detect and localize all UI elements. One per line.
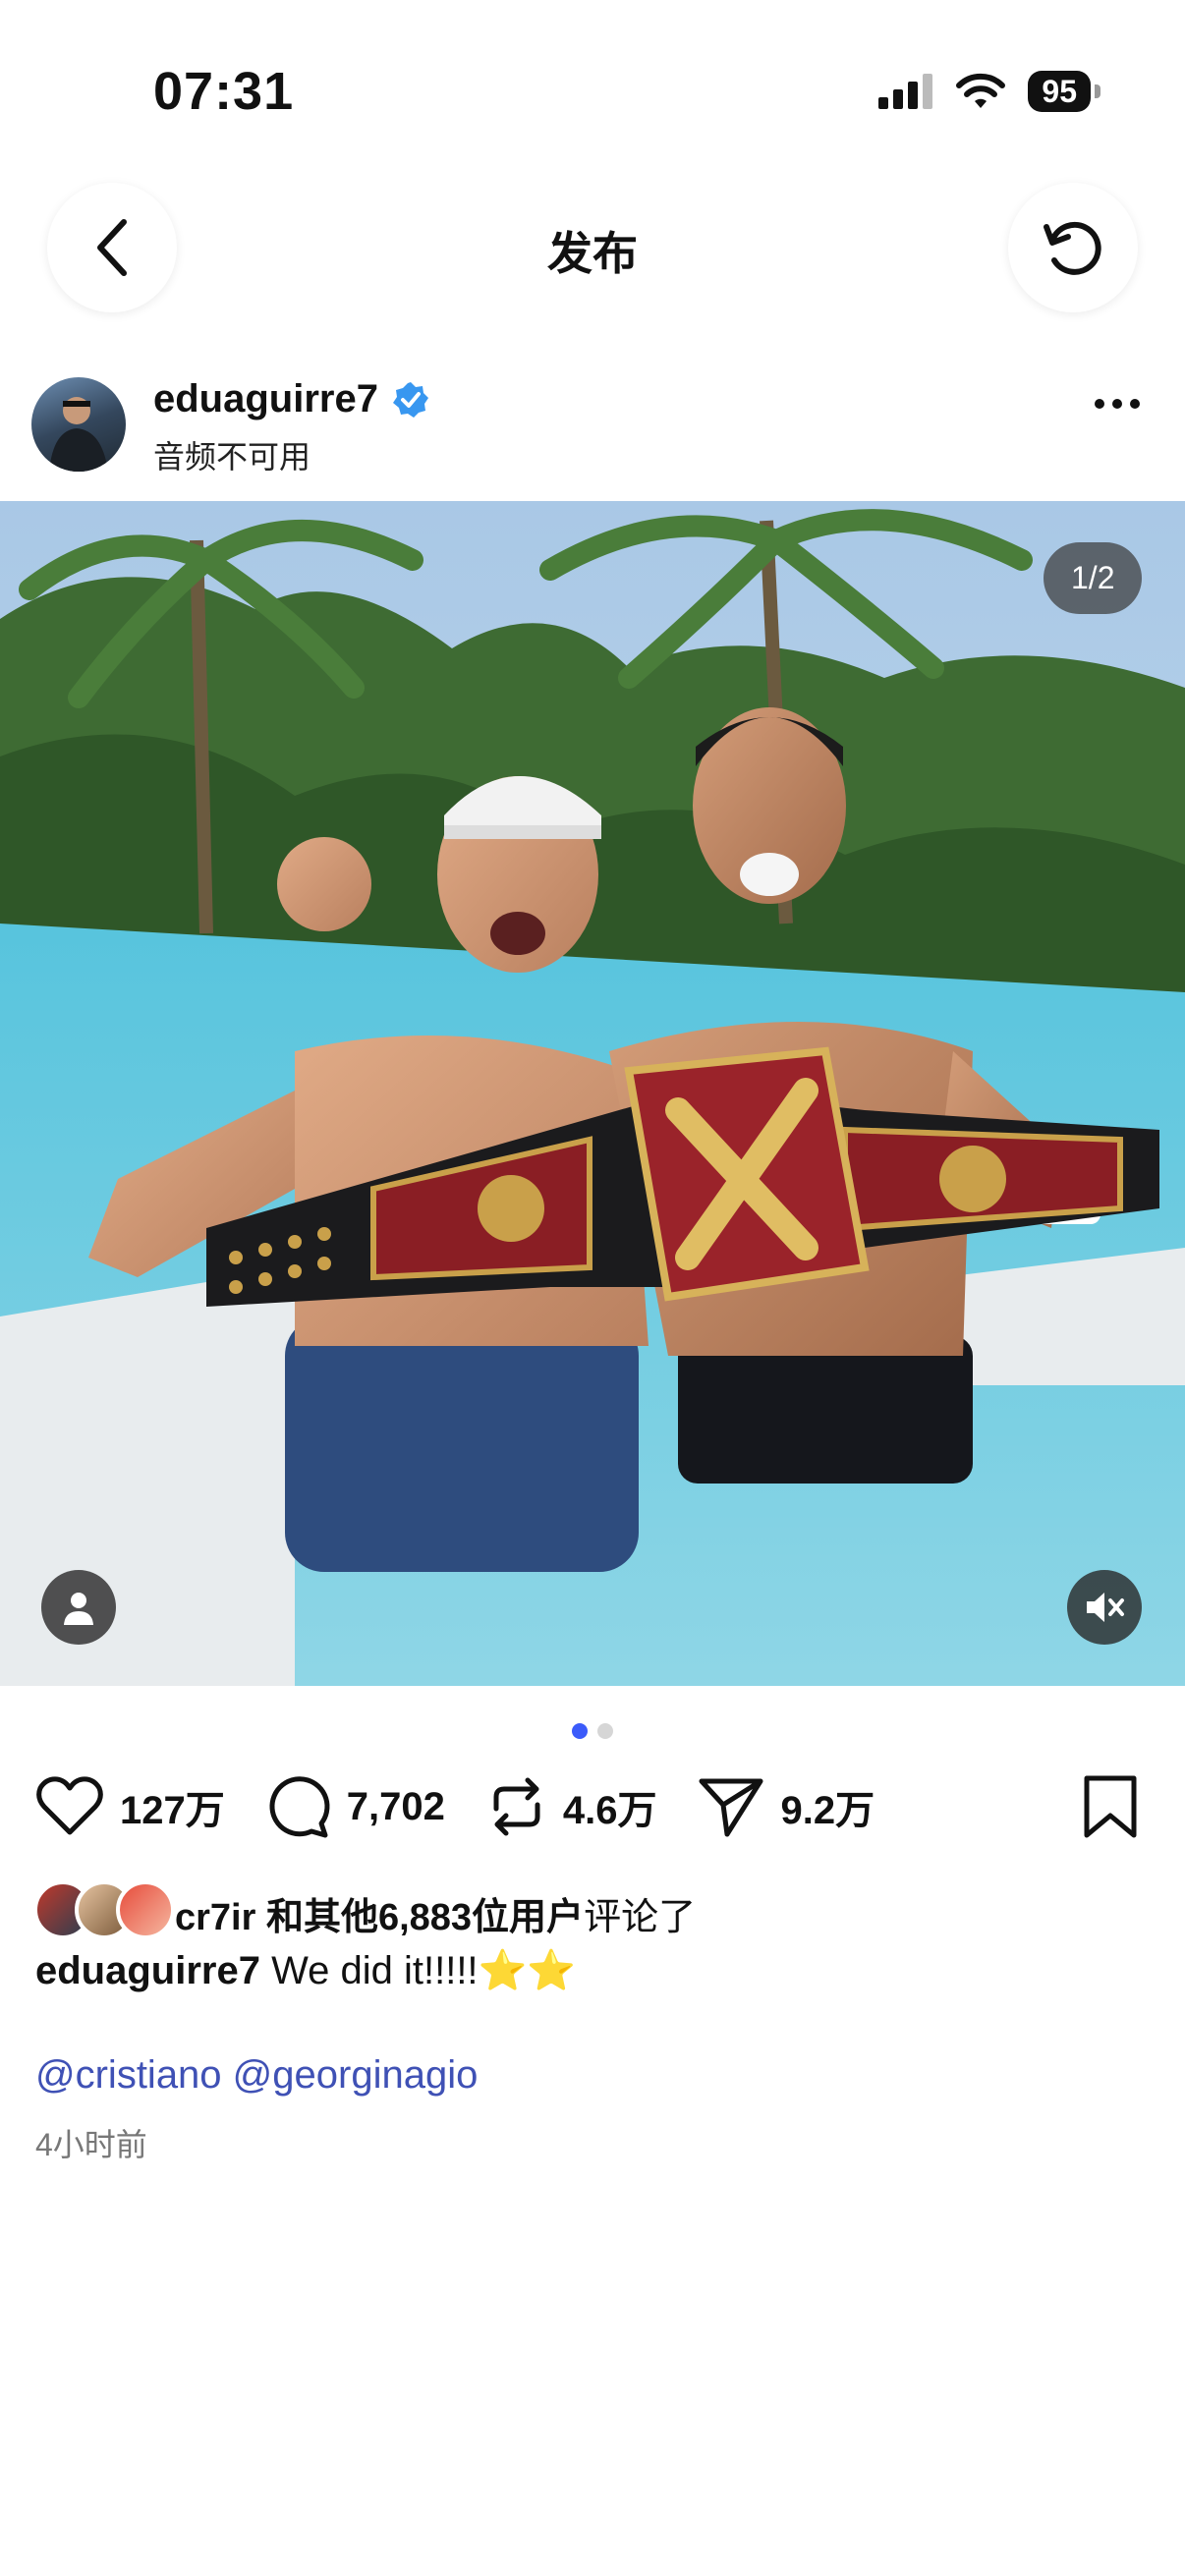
person-icon: [64, 1593, 93, 1625]
carousel-dot: [597, 1723, 613, 1739]
status-icons: 95: [876, 71, 1100, 112]
more-dot: [1095, 399, 1104, 409]
refresh-icon: [1044, 221, 1101, 275]
save-button[interactable]: [1081, 1774, 1140, 1844]
more-options-button[interactable]: [1095, 399, 1140, 409]
comments-summary[interactable]: cr7ir 和其他6,883位用户评论了: [175, 1886, 696, 1940]
avatar: [116, 1880, 175, 1939]
post-timestamp: 4小时前: [35, 2127, 147, 2162]
like-count: 127万: [120, 1789, 225, 1832]
comment-button[interactable]: 7,702: [266, 1774, 445, 1839]
image-counter: 1/2: [1044, 542, 1143, 614]
repost-count: 4.6万: [562, 1789, 657, 1832]
verified-icon: [392, 381, 428, 418]
battery-indicator: 95: [1028, 71, 1100, 112]
post-author[interactable]: eduaguirre7: [153, 377, 429, 421]
more-dot: [1112, 399, 1122, 409]
commented-label: 评论了: [584, 1897, 697, 1938]
bookmark-icon: [1084, 1775, 1137, 1838]
carousel-dot-active: [572, 1723, 588, 1739]
repost-button[interactable]: 4.6万: [486, 1775, 657, 1838]
avatar[interactable]: [31, 377, 126, 472]
status-time: 07:31: [153, 62, 295, 121]
signal-icon: [878, 74, 933, 109]
send-icon: [699, 1778, 763, 1837]
share-count: 9.2万: [780, 1789, 875, 1832]
mute-button[interactable]: [1067, 1570, 1142, 1645]
caption-username[interactable]: eduaguirre7: [35, 1949, 260, 1992]
heart-icon: [36, 1776, 103, 1835]
refresh-button[interactable]: [1008, 183, 1138, 312]
username-label: eduaguirre7: [153, 377, 378, 420]
wifi-icon: [956, 73, 1006, 108]
commenter-avatars[interactable]: [33, 1880, 175, 1939]
action-bar: 127万 7,702 4.6万 9.2万: [35, 1774, 916, 1839]
post-image[interactable]: [0, 501, 1185, 1686]
speaker-muted-icon: [1087, 1593, 1124, 1622]
carousel-indicator: [0, 1723, 1185, 1739]
comment-icon: [269, 1776, 330, 1838]
caption-mentions[interactable]: @cristiano @georginagio: [35, 2053, 478, 2098]
tagged-users-button[interactable]: [41, 1570, 116, 1645]
commenter-name: cr7ir: [175, 1897, 256, 1938]
like-button[interactable]: 127万: [35, 1775, 225, 1838]
commenter-rest: 和其他6,883位用户: [265, 1897, 585, 1938]
caption-text: We did it!!!!!⭐⭐: [271, 1949, 577, 1992]
more-dot: [1130, 399, 1140, 409]
repost-icon: [493, 1777, 540, 1836]
post-caption: eduaguirre7 We did it!!!!!⭐⭐: [35, 1947, 576, 1993]
audio-status: 音频不可用: [153, 439, 311, 475]
comment-count: 7,702: [346, 1784, 445, 1828]
share-button[interactable]: 9.2万: [698, 1775, 875, 1838]
